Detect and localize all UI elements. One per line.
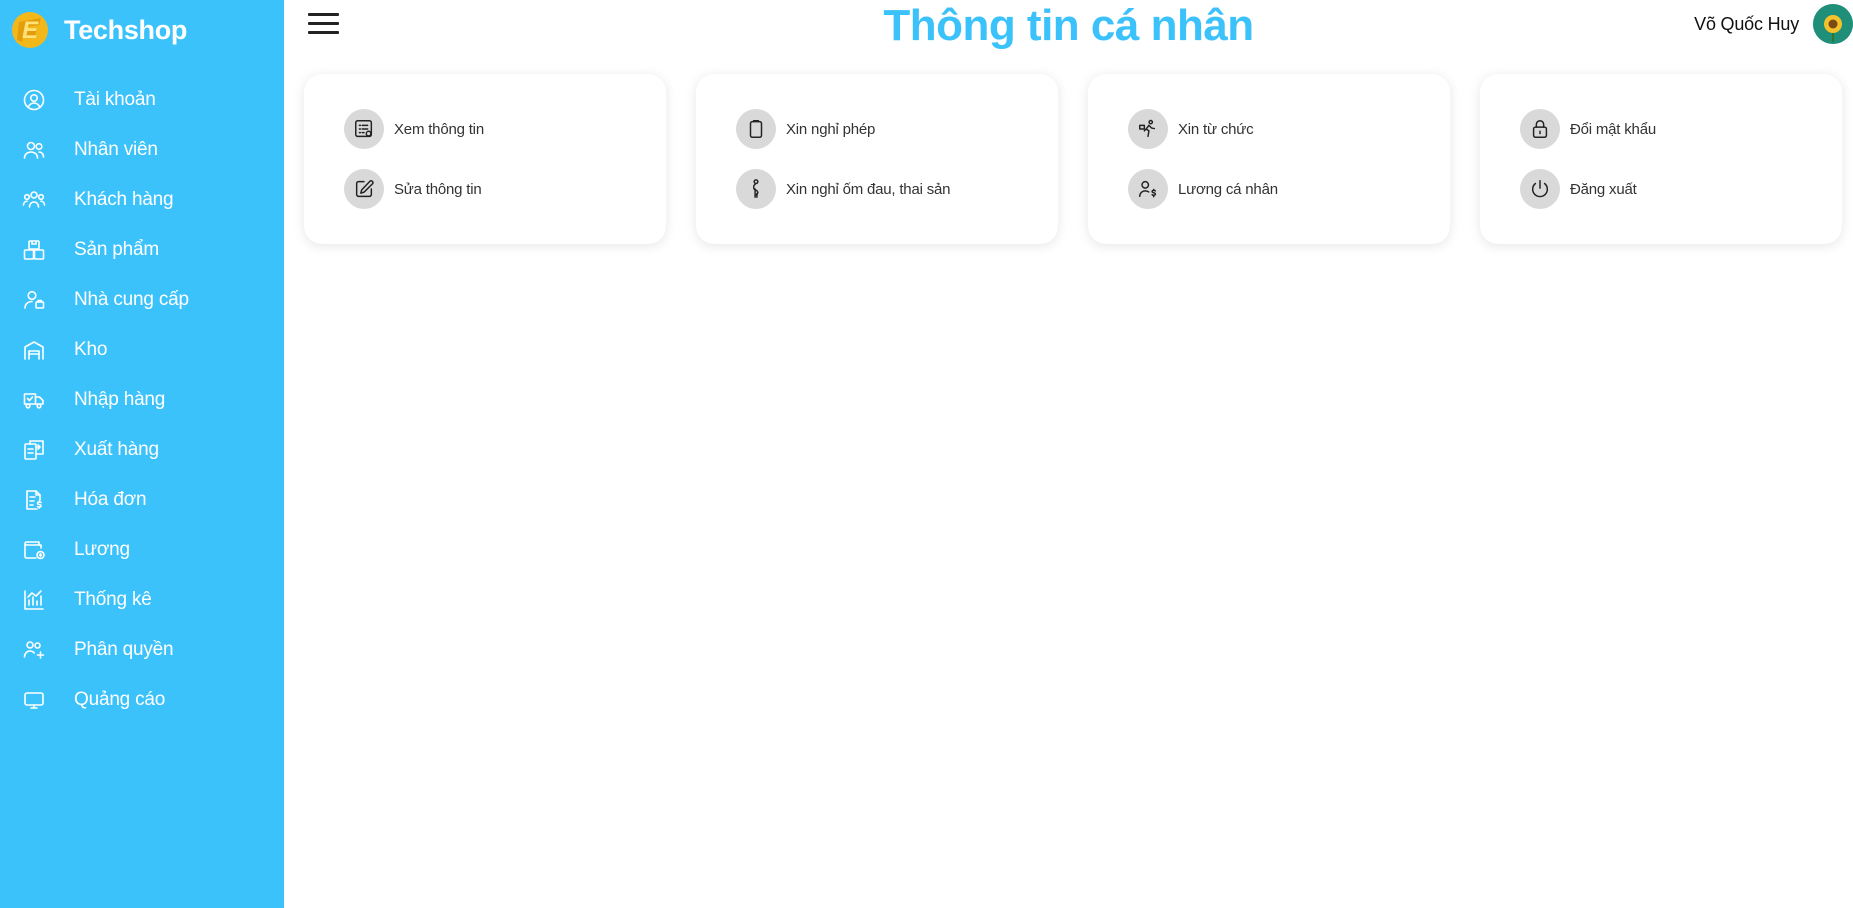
sidebar-item-khach-hang[interactable]: Khách hàng (0, 175, 284, 225)
user-menu[interactable]: Võ Quốc Huy (1694, 4, 1853, 44)
svg-text:E: E (22, 17, 39, 44)
sidebar-item-label: Phân quyền (74, 639, 174, 660)
card-info: Xem thông tin Sửa thông tin (304, 74, 666, 244)
warehouse-icon (21, 337, 47, 363)
logout-button[interactable]: Đăng xuất (1520, 169, 1842, 209)
page-title: Thông tin cá nhân (883, 1, 1254, 50)
sidebar-item-quang-cao[interactable]: Quảng cáo (0, 675, 284, 725)
salary-icon (1128, 169, 1168, 209)
pregnant-icon (736, 169, 776, 209)
sick-maternity-leave-label: Xin nghỉ ốm đau, thai sản (786, 180, 951, 198)
sick-maternity-leave-button[interactable]: Xin nghỉ ốm đau, thai sản (736, 169, 1058, 209)
request-leave-button[interactable]: Xin nghỉ phép (736, 109, 1058, 149)
sidebar-item-tai-khoan[interactable]: Tài khoản (0, 75, 284, 125)
wallet-icon (21, 537, 47, 563)
hamburger-line (308, 22, 339, 25)
menu-toggle-button[interactable] (308, 10, 340, 38)
card-employment: Xin từ chức Lương cá nhân (1088, 74, 1450, 244)
change-password-button[interactable]: Đổi mật khẩu (1520, 109, 1842, 149)
request-leave-label: Xin nghỉ phép (786, 120, 876, 138)
sidebar-item-thong-ke[interactable]: Thống kê (0, 575, 284, 625)
avatar[interactable] (1813, 4, 1853, 44)
sidebar-item-hoa-don[interactable]: Hóa đơn (0, 475, 284, 525)
sidebar-item-xuat-hang[interactable]: Xuất hàng (0, 425, 284, 475)
edit-info-label: Sửa thông tin (394, 180, 482, 198)
hamburger-line (308, 31, 339, 34)
sidebar-item-label: Hóa đơn (74, 489, 147, 510)
lock-icon (1520, 109, 1560, 149)
clipboard-icon (736, 109, 776, 149)
boxes-icon (21, 237, 47, 263)
user-circle-icon (21, 87, 47, 113)
sidebar-item-label: Quảng cáo (74, 689, 166, 710)
edit-icon (344, 169, 384, 209)
export-icon (21, 437, 47, 463)
sidebar-item-luong[interactable]: Lương (0, 525, 284, 575)
user-permission-icon (21, 637, 47, 663)
brand-name: Techshop (64, 14, 188, 45)
sidebar-item-nhap-hang[interactable]: Nhập hàng (0, 375, 284, 425)
users-icon (21, 137, 47, 163)
edit-info-button[interactable]: Sửa thông tin (344, 169, 666, 209)
invoice-icon (21, 487, 47, 513)
sidebar-item-kho[interactable]: Kho (0, 325, 284, 375)
view-info-button[interactable]: Xem thông tin (344, 109, 666, 149)
logout-label: Đăng xuất (1570, 180, 1637, 198)
supplier-icon (21, 287, 47, 313)
brand[interactable]: E Techshop (10, 8, 187, 52)
hamburger-line (308, 13, 339, 16)
sidebar-item-label: Kho (74, 339, 108, 360)
card-leave: Xin nghỉ phép Xin nghỉ ốm đau, thai sản (696, 74, 1058, 244)
action-cards: Xem thông tin Sửa thông tin Xin nghỉ phé… (304, 74, 1842, 244)
personal-salary-button[interactable]: Lương cá nhân (1128, 169, 1450, 209)
sidebar-item-label: Tài khoản (74, 89, 156, 110)
sidebar-item-label: Xuất hàng (74, 439, 159, 460)
group-icon (21, 187, 47, 213)
sidebar-item-label: Nhập hàng (74, 389, 166, 410)
sidebar-item-label: Sản phẩm (74, 239, 160, 260)
user-name: Võ Quốc Huy (1694, 13, 1799, 34)
monitor-icon (21, 687, 47, 713)
view-info-label: Xem thông tin (394, 120, 484, 138)
power-icon (1520, 169, 1560, 209)
sidebar-item-label: Thống kê (74, 589, 152, 610)
sidebar-item-phan-quyen[interactable]: Phân quyền (0, 625, 284, 675)
personal-salary-label: Lương cá nhân (1178, 180, 1278, 198)
card-account: Đổi mật khẩu Đăng xuất (1480, 74, 1842, 244)
sidebar-item-label: Nhân viên (74, 139, 158, 160)
change-password-label: Đổi mật khẩu (1570, 120, 1656, 138)
sidebar: E Techshop Tài khoản Nhân viên Khách hàn… (0, 0, 284, 908)
sidebar-item-nha-cung-cap[interactable]: Nhà cung cấp (0, 275, 284, 325)
sidebar-item-label: Nhà cung cấp (74, 289, 189, 310)
sidebar-item-label: Khách hàng (74, 189, 174, 210)
truck-in-icon (21, 387, 47, 413)
sidebar-item-san-pham[interactable]: Sản phẩm (0, 225, 284, 275)
sidebar-item-label: Lương (74, 539, 130, 560)
resign-button[interactable]: Xin từ chức (1128, 109, 1450, 149)
resign-label: Xin từ chức (1178, 120, 1254, 138)
topbar: Thông tin cá nhân Võ Quốc Huy (284, 0, 1853, 58)
view-info-icon (344, 109, 384, 149)
sidebar-nav: Tài khoản Nhân viên Khách hàng Sản phẩm … (0, 75, 284, 725)
chart-icon (21, 587, 47, 613)
sidebar-item-nhan-vien[interactable]: Nhân viên (0, 125, 284, 175)
resign-icon (1128, 109, 1168, 149)
techshop-logo-icon: E (12, 12, 48, 48)
